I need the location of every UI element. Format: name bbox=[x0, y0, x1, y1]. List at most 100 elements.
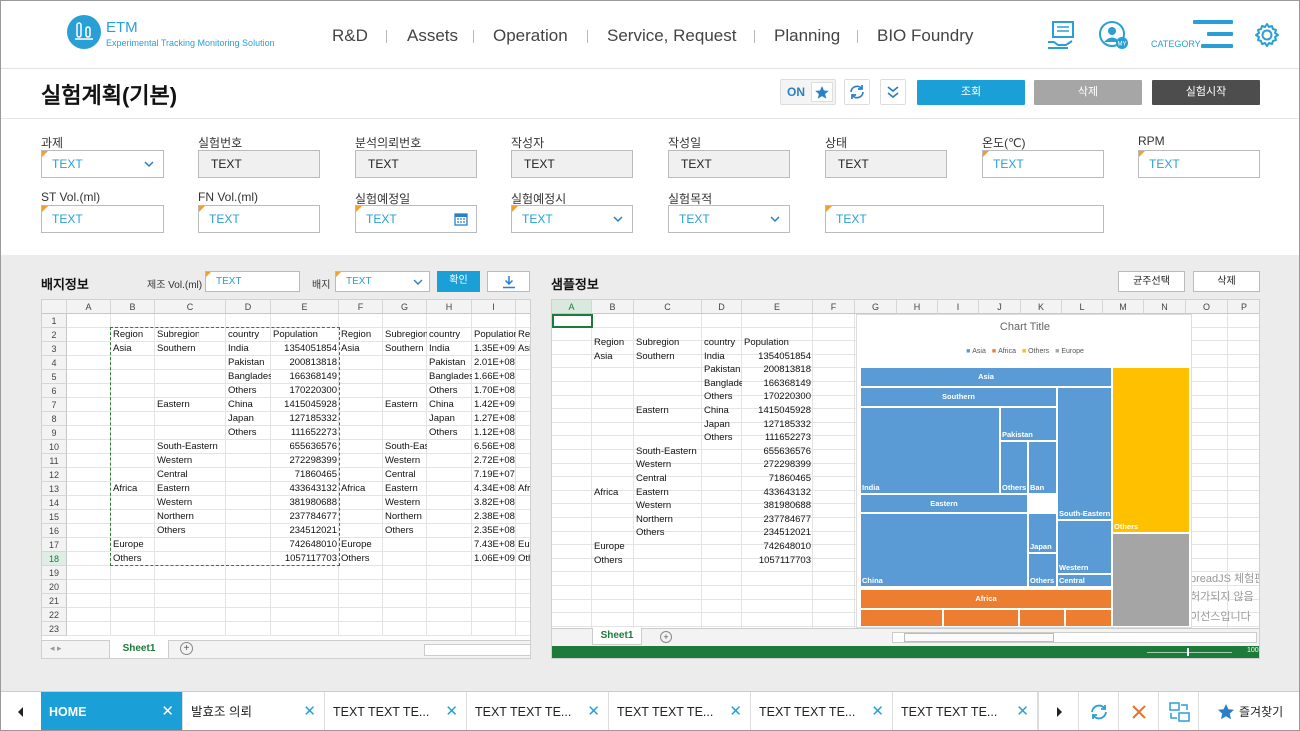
st-vol-input[interactable]: TEXT bbox=[41, 205, 164, 233]
sheet-cell[interactable]: Western bbox=[634, 499, 702, 513]
sheet-cell[interactable]: 1.27E+08 bbox=[472, 412, 516, 426]
sheet-cell[interactable] bbox=[592, 445, 634, 459]
treemap-tile[interactable] bbox=[860, 609, 943, 627]
sheet-cell[interactable]: Europe bbox=[339, 538, 383, 552]
sheet-cell[interactable] bbox=[516, 384, 530, 398]
sheet-cell[interactable]: 6.56E+08 bbox=[472, 440, 516, 454]
sheet-cell[interactable]: Eastern bbox=[383, 482, 427, 496]
tab-fermenter-request[interactable]: 발효조 의뢰 ✕ bbox=[183, 692, 325, 730]
active-cell[interactable] bbox=[552, 314, 593, 328]
sheet-cell[interactable] bbox=[516, 496, 530, 510]
confirm-button[interactable]: 확인 bbox=[437, 271, 480, 292]
add-sheet-icon[interactable]: + bbox=[180, 642, 193, 655]
sheet-cell[interactable]: Southern bbox=[383, 342, 427, 356]
window-switch-button[interactable] bbox=[1158, 692, 1198, 730]
sheet-header-cell[interactable]: country bbox=[427, 328, 471, 342]
row-header[interactable]: 17 bbox=[42, 538, 67, 552]
nav-rnd[interactable]: R&D bbox=[332, 26, 368, 46]
treemap-tile[interactable]: Asia bbox=[860, 367, 1112, 387]
expand-button[interactable] bbox=[880, 79, 906, 105]
rpm-input[interactable]: TEXT bbox=[1138, 150, 1260, 178]
column-header[interactable]: O bbox=[1186, 300, 1228, 314]
purpose-select[interactable]: TEXT bbox=[668, 205, 790, 233]
sheet-cell[interactable] bbox=[516, 356, 530, 370]
column-header[interactable]: D bbox=[226, 300, 271, 314]
tab-home[interactable]: HOME ✕ bbox=[41, 692, 183, 730]
sheet-cell[interactable] bbox=[634, 390, 702, 404]
column-header[interactable]: F bbox=[813, 300, 855, 314]
sheet-cell[interactable]: Others bbox=[383, 524, 427, 538]
sheet-cell[interactable]: Pakistan bbox=[702, 363, 742, 377]
tab-item[interactable]: TEXT TEXT TE... ✕ bbox=[609, 692, 751, 730]
column-header[interactable]: E bbox=[271, 300, 339, 314]
column-header[interactable]: J bbox=[979, 300, 1021, 314]
row-header[interactable]: 16 bbox=[42, 524, 67, 538]
sheet-cell[interactable]: India bbox=[702, 350, 742, 364]
sheet-cell[interactable]: 1.12E+08 bbox=[472, 426, 516, 440]
sheet-cell[interactable]: Southern bbox=[634, 350, 702, 364]
sheet-cell[interactable]: 71860465 bbox=[742, 472, 813, 486]
my-user-icon[interactable]: MY bbox=[1098, 20, 1128, 50]
purpose-detail-input[interactable]: TEXT bbox=[825, 205, 1104, 233]
treemap-tile[interactable]: Japan bbox=[1028, 513, 1057, 553]
treemap-tile[interactable]: Western bbox=[1057, 520, 1112, 574]
sheet-cell[interactable]: Others bbox=[427, 426, 472, 440]
close-all-tabs-button[interactable] bbox=[1118, 692, 1158, 730]
sheet-cell[interactable] bbox=[339, 384, 383, 398]
sheet-cell[interactable] bbox=[592, 418, 634, 432]
sheet-cell[interactable]: Western bbox=[383, 454, 427, 468]
column-header[interactable] bbox=[516, 300, 530, 314]
sheet-cell[interactable] bbox=[516, 370, 530, 384]
refresh-button[interactable] bbox=[844, 79, 870, 105]
planned-time-select[interactable]: TEXT bbox=[511, 205, 633, 233]
row-header[interactable]: 3 bbox=[42, 342, 67, 356]
sheet-cell[interactable] bbox=[702, 445, 742, 459]
sheet-cell[interactable]: Eastern bbox=[383, 398, 427, 412]
row-header[interactable]: 23 bbox=[42, 622, 67, 636]
sheet-cell[interactable]: Africa bbox=[339, 482, 383, 496]
column-header[interactable]: D bbox=[702, 300, 742, 314]
sheet-cell[interactable]: 1.35E+09 bbox=[472, 342, 516, 356]
sheet-cell[interactable] bbox=[516, 398, 530, 412]
row-header[interactable]: 10 bbox=[42, 440, 67, 454]
column-header[interactable]: G bbox=[855, 300, 897, 314]
treemap-tile[interactable] bbox=[1112, 533, 1190, 627]
sheet-cell[interactable]: 7.19E+07 bbox=[472, 468, 516, 482]
horizontal-scrollbar[interactable] bbox=[424, 644, 530, 656]
nav-service-request[interactable]: Service, Request bbox=[607, 26, 736, 46]
sheet-cell[interactable]: 1.66E+08 bbox=[472, 370, 516, 384]
sheet-cell[interactable]: 234512021 bbox=[742, 526, 813, 540]
treemap-tile[interactable]: Eastern bbox=[860, 494, 1028, 513]
sheet-cell[interactable] bbox=[339, 412, 383, 426]
sheet-cell[interactable] bbox=[339, 370, 383, 384]
sheet-cell[interactable] bbox=[634, 431, 702, 445]
sheet-cell[interactable]: 1057117703 bbox=[742, 554, 813, 568]
sheet-cell[interactable]: Others bbox=[592, 554, 634, 568]
sheet-cell[interactable] bbox=[702, 513, 742, 527]
sheet-cell[interactable] bbox=[427, 552, 472, 566]
sheet-cell[interactable] bbox=[383, 538, 427, 552]
sheet-cell[interactable] bbox=[339, 440, 383, 454]
sheet-cell[interactable]: 237784677 bbox=[742, 513, 813, 527]
sheet-cell[interactable]: 2.38E+08 bbox=[472, 510, 516, 524]
sheet-cell[interactable]: Africa bbox=[516, 482, 530, 496]
sheet-cell[interactable] bbox=[702, 526, 742, 540]
sheet-cell[interactable] bbox=[339, 398, 383, 412]
sheet-header-cell[interactable]: Population bbox=[742, 336, 813, 350]
sheet-cell[interactable] bbox=[339, 426, 383, 440]
row-header[interactable]: 15 bbox=[42, 510, 67, 524]
sheet-cell[interactable] bbox=[427, 482, 472, 496]
sample-delete-button[interactable]: 삭제 bbox=[1193, 271, 1260, 292]
close-icon[interactable]: ✕ bbox=[871, 692, 884, 730]
sheet-cell[interactable] bbox=[339, 524, 383, 538]
sheet-cell[interactable]: 655636576 bbox=[742, 445, 813, 459]
sheet-cell[interactable]: Japan bbox=[702, 418, 742, 432]
sheet-cell[interactable]: 200813818 bbox=[742, 363, 813, 377]
sheet-cell[interactable]: Asia bbox=[339, 342, 383, 356]
tab-item[interactable]: TEXT TEXT TE... ✕ bbox=[325, 692, 467, 730]
zoom-slider[interactable] bbox=[1147, 652, 1232, 653]
close-icon[interactable]: ✕ bbox=[1016, 692, 1029, 730]
close-icon[interactable]: ✕ bbox=[161, 692, 174, 730]
sheet-cell[interactable] bbox=[516, 440, 530, 454]
sheet-cell[interactable] bbox=[634, 418, 702, 432]
